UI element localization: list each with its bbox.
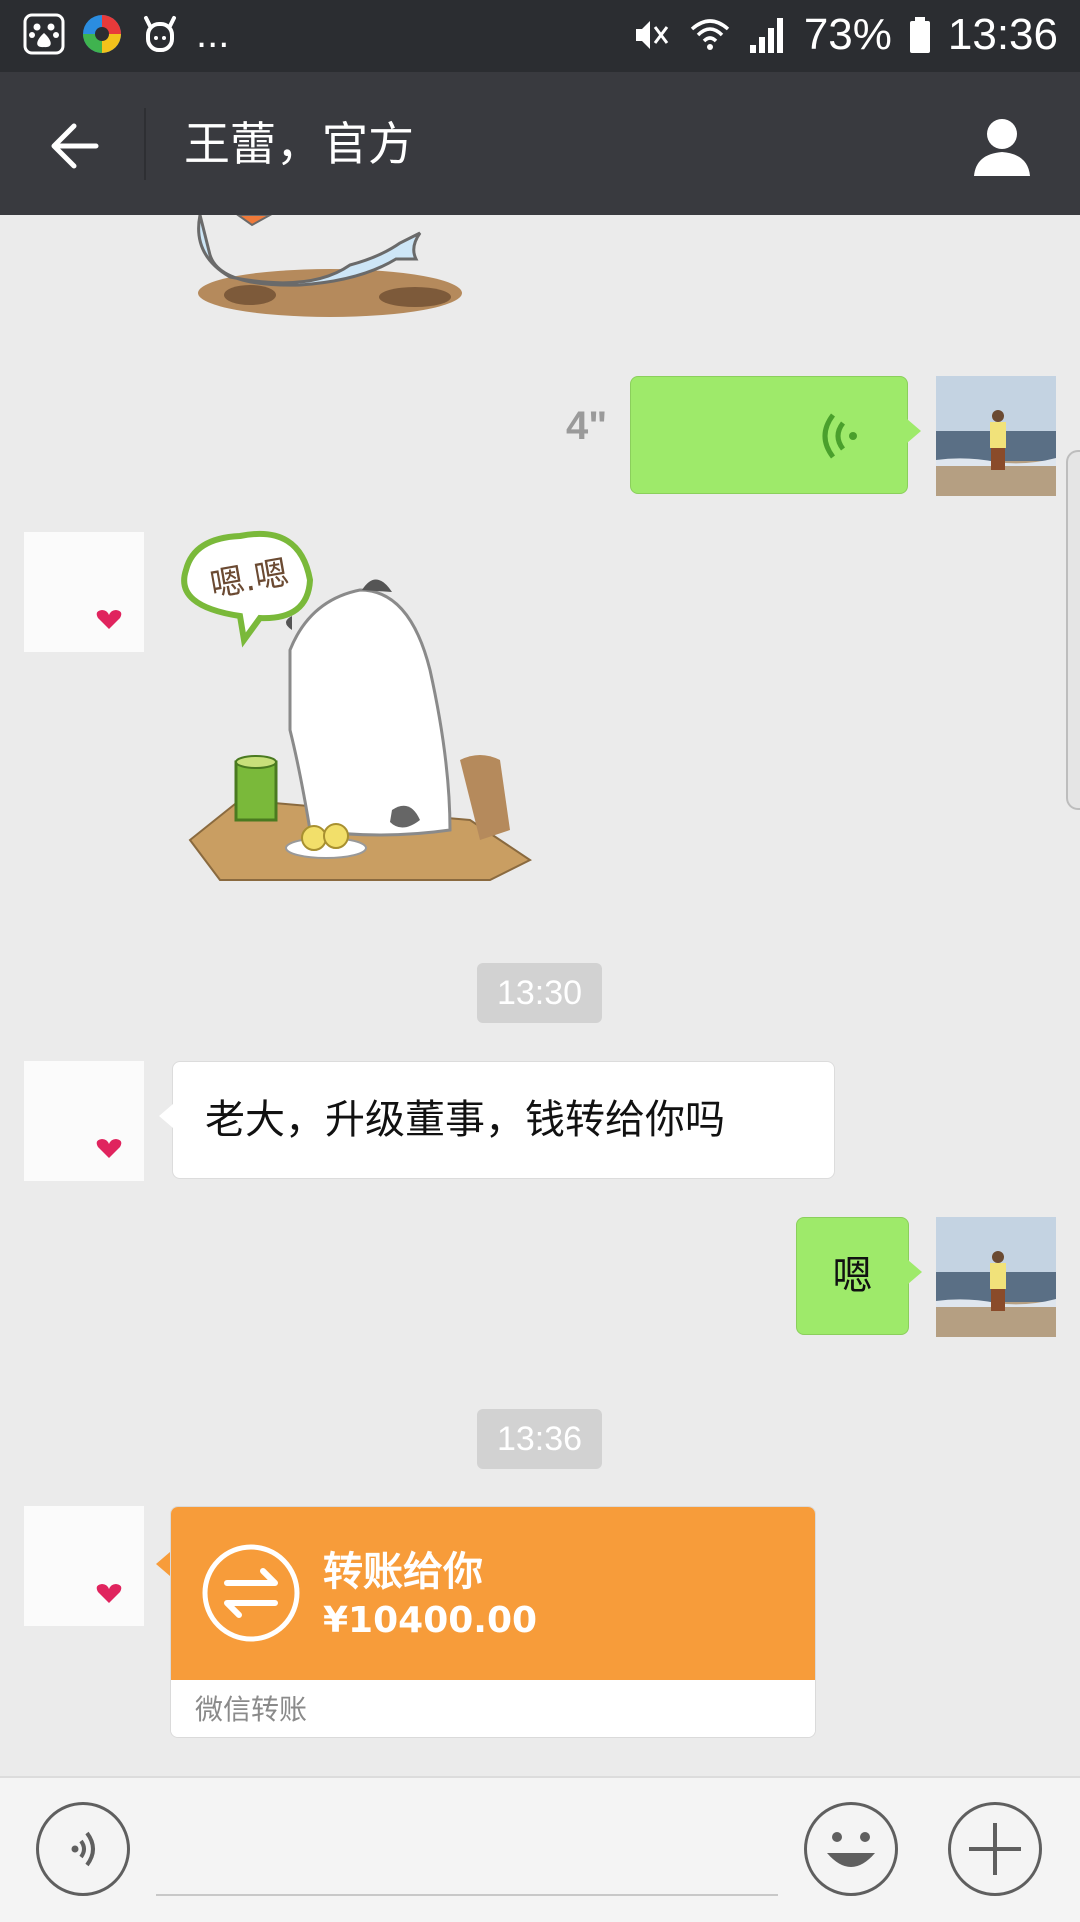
message-bubble-outgoing[interactable]: 嗯 — [796, 1217, 922, 1335]
header-divider — [144, 108, 146, 180]
voice-message[interactable] — [630, 376, 921, 494]
voice-wave-icon — [71, 1831, 95, 1867]
voice-input-button[interactable] — [36, 1802, 130, 1896]
arrow-left-icon[interactable] — [44, 116, 104, 176]
avatar-contact[interactable] — [24, 1506, 144, 1626]
mute-vibrate-icon — [635, 21, 669, 49]
transfer-card-header: 转账给你 ¥10400.00 — [171, 1507, 815, 1680]
transfer-card[interactable]: 转账给你 ¥10400.00 微信转账 — [170, 1506, 816, 1738]
transfer-footer-label: 微信转账 — [195, 1693, 308, 1726]
wifi-icon — [690, 19, 729, 50]
transfer-arrows-icon — [202, 1544, 300, 1642]
transfer-card-footer: 微信转账 — [171, 1680, 815, 1737]
transfer-title: 转账给你 — [323, 1549, 483, 1595]
panda-sticker[interactable]: 嗯.嗯 — [180, 530, 540, 890]
avatar-contact[interactable] — [24, 532, 144, 652]
voice-duration: 4" — [566, 404, 608, 448]
timestamp: 13:30 — [477, 963, 602, 1023]
timestamp: 13:36 — [477, 1409, 602, 1469]
scrollbar[interactable] — [1066, 450, 1080, 810]
smiley-icon — [827, 1832, 875, 1867]
heart-icon — [96, 610, 122, 629]
avatar-self[interactable] — [936, 1217, 1056, 1337]
heart-icon — [96, 1139, 122, 1158]
more-options-button[interactable] — [948, 1802, 1042, 1896]
color-wheel-icon — [83, 15, 121, 53]
person-icon[interactable] — [970, 114, 1034, 178]
message-input[interactable] — [156, 1894, 778, 1896]
beach-photo — [936, 376, 1056, 496]
chat-header: 王蕾，官方 — [0, 72, 1080, 215]
plus-icon — [969, 1823, 1021, 1875]
beach-photo — [936, 1217, 1056, 1337]
message-bubble-incoming[interactable]: 老大，升级董事，钱转给你吗 — [159, 1061, 835, 1179]
whale-sticker[interactable] — [190, 215, 490, 335]
heart-icon — [96, 1584, 122, 1603]
battery-icon — [909, 17, 930, 53]
battery-percent: 73% — [803, 10, 892, 59]
voice-wave-icon — [822, 413, 857, 459]
avatar-self[interactable] — [936, 376, 1056, 496]
clock: 13:36 — [947, 10, 1058, 59]
cow-icon — [144, 16, 176, 52]
chat-title: 王蕾，官方 — [184, 117, 414, 171]
transfer-bubble-tail — [156, 1552, 170, 1576]
signal-icon — [749, 18, 783, 53]
input-bar — [0, 1776, 1080, 1922]
avatar-contact[interactable] — [24, 1061, 144, 1181]
emoji-button[interactable] — [804, 1802, 898, 1896]
baidu-icon — [23, 13, 65, 55]
status-bar: ... 73% 13:36 — [0, 0, 1080, 72]
more-notifications: ... — [196, 12, 230, 56]
transfer-amount: ¥10400.00 — [323, 1600, 538, 1641]
